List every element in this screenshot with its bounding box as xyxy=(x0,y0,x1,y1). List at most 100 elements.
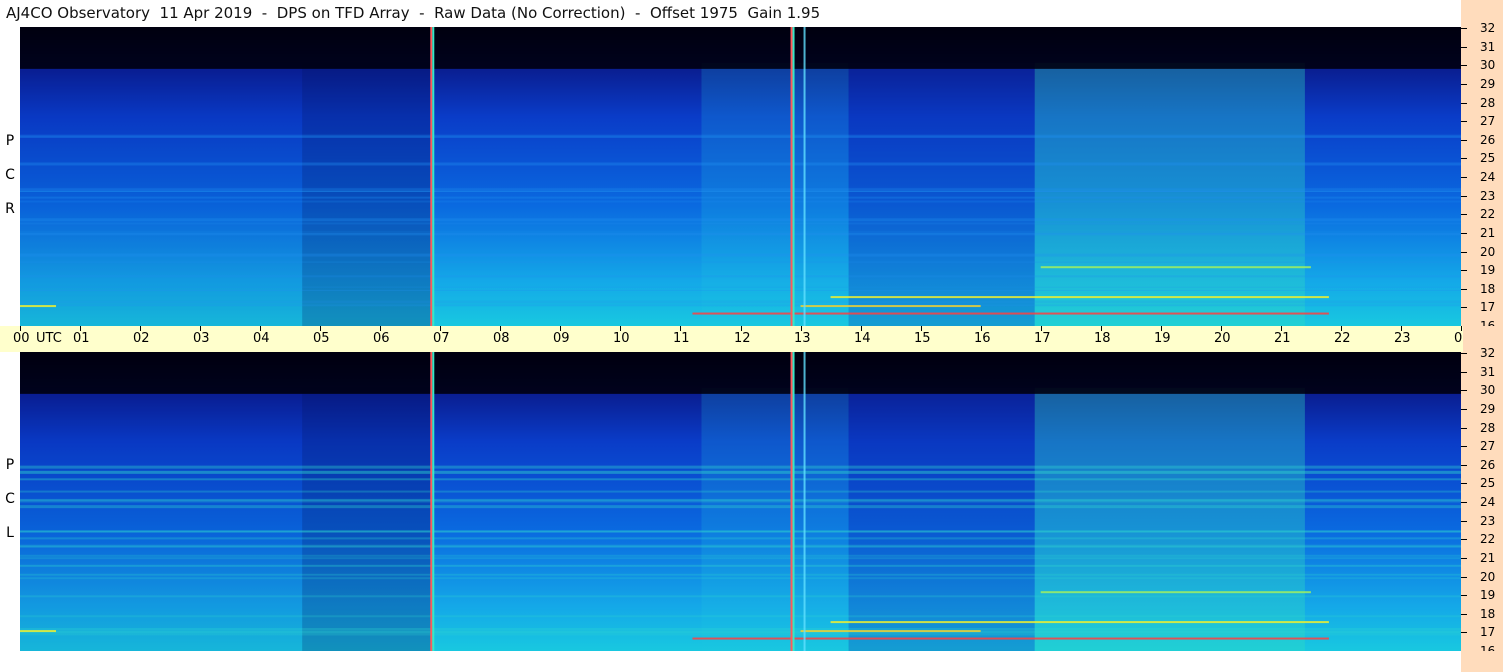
polarization-label-rcp: P C R xyxy=(3,124,17,226)
time-tick-label: 01 xyxy=(73,331,90,346)
spectral-stripe xyxy=(20,200,1461,203)
frequency-tick-label: 25 xyxy=(1480,476,1496,490)
spectral-stripe xyxy=(20,499,1461,502)
bottom-margin xyxy=(0,651,1461,672)
time-marker-line xyxy=(792,352,795,651)
frequency-tick xyxy=(1461,483,1467,484)
spectral-stripe xyxy=(20,554,1461,557)
frequency-tick-label: 29 xyxy=(1480,402,1496,416)
time-tick-label: 02 xyxy=(133,331,150,346)
frequency-tick xyxy=(1461,289,1467,290)
frequency-tick xyxy=(1461,502,1467,503)
spectral-stripe xyxy=(20,595,1461,598)
frequency-tick-label: 19 xyxy=(1480,588,1496,602)
spectral-stripe xyxy=(20,231,1461,233)
time-marker-line xyxy=(430,352,433,651)
panel-label-strip-top: P C R xyxy=(0,26,20,326)
frequency-axis-corner-bottom xyxy=(1461,651,1503,672)
spectral-stripe xyxy=(20,537,1461,540)
frequency-tick-label: 29 xyxy=(1480,77,1496,91)
chart-title: AJ4CO Observatory 11 Apr 2019 - DPS on T… xyxy=(0,0,1463,26)
frequency-tick-label: 23 xyxy=(1480,189,1496,203)
spectral-stripe xyxy=(20,545,1461,548)
interference-line xyxy=(800,630,981,633)
activity-band xyxy=(20,62,303,326)
time-tick-label: 15 xyxy=(914,331,931,346)
time-tick-label: 00 xyxy=(13,331,30,346)
spectral-stripe xyxy=(20,573,1461,575)
spectrogram-lcp[interactable] xyxy=(20,352,1461,651)
interference-line xyxy=(830,621,1329,624)
time-tick-label: 16 xyxy=(974,331,991,346)
spectral-stripe xyxy=(20,628,1461,631)
night-band xyxy=(20,352,1461,394)
frequency-tick-label: 30 xyxy=(1480,383,1496,397)
frequency-tick xyxy=(1461,252,1467,253)
activity-band xyxy=(302,387,432,651)
frequency-tick xyxy=(1461,214,1467,215)
frequency-tick xyxy=(1461,465,1467,466)
frequency-tick-label: 22 xyxy=(1480,532,1496,546)
polarization-label-lcp: P C L xyxy=(3,448,17,550)
time-tick-label: 14 xyxy=(854,331,871,346)
time-marker-line xyxy=(432,352,435,651)
spectral-stripe xyxy=(20,188,1461,192)
frequency-tick xyxy=(1461,558,1467,559)
polarization-letter: C xyxy=(5,491,15,507)
time-tick-label: 21 xyxy=(1274,331,1291,346)
frequency-tick-label: 22 xyxy=(1480,207,1496,221)
frequency-tick-label: 28 xyxy=(1480,96,1496,110)
spectral-stripe xyxy=(20,490,1461,493)
frequency-tick xyxy=(1461,632,1467,633)
polarization-letter: R xyxy=(5,201,15,217)
spectral-stripe xyxy=(20,564,1461,567)
time-marker-line xyxy=(432,27,435,326)
frequency-tick xyxy=(1461,140,1467,141)
frequency-tick-label: 17 xyxy=(1480,625,1496,639)
frequency-tick xyxy=(1461,177,1467,178)
spectral-stripe xyxy=(20,557,1461,560)
time-marker-line xyxy=(430,27,433,326)
interference-spike xyxy=(803,27,806,326)
spectrogram-svg xyxy=(20,352,1461,651)
time-marker-line xyxy=(792,27,795,326)
frequency-tick-label: 21 xyxy=(1480,551,1496,565)
frequency-tick xyxy=(1461,428,1467,429)
frequency-axis-lcp: 3231302928272625242322212019181716 xyxy=(1461,346,1503,658)
time-tick-label: 19 xyxy=(1154,331,1171,346)
activity-band xyxy=(1034,387,1305,651)
spectrogram-rcp[interactable] xyxy=(20,27,1461,326)
frequency-tick-label: 20 xyxy=(1480,245,1496,259)
frequency-tick-label: 18 xyxy=(1480,282,1496,296)
spectral-stripe xyxy=(20,478,1461,481)
frequency-tick xyxy=(1461,446,1467,447)
activity-band xyxy=(848,387,1035,651)
frequency-tick xyxy=(1461,196,1467,197)
frequency-tick-label: 26 xyxy=(1480,458,1496,472)
spectral-stripe xyxy=(20,633,1461,636)
spectral-stripe xyxy=(20,233,1461,236)
frequency-tick-label: 27 xyxy=(1480,439,1496,453)
spectral-stripe xyxy=(20,286,1461,288)
time-tick-label: 05 xyxy=(313,331,330,346)
activity-band xyxy=(20,387,303,651)
time-tick-label: 04 xyxy=(253,331,270,346)
interference-line xyxy=(830,296,1329,299)
frequency-tick xyxy=(1461,521,1467,522)
frequency-tick xyxy=(1461,84,1467,85)
frequency-tick-label: 26 xyxy=(1480,133,1496,147)
spectral-stripe xyxy=(20,304,1461,307)
time-axis: 00 01 02 03 04 05 06 07 08 09 10 11 12 13 14 15 16 17 18 19… xyxy=(0,326,1500,352)
frequency-tick xyxy=(1461,614,1467,615)
spectral-stripe xyxy=(20,275,1461,278)
frequency-tick xyxy=(1461,233,1467,234)
spectral-stripe xyxy=(20,505,1461,509)
frequency-axis-rcp: 3231302928272625242322212019181716 xyxy=(1461,21,1503,333)
time-tick-label: 03 xyxy=(193,331,210,346)
spectral-stripe xyxy=(20,222,1461,225)
frequency-tick xyxy=(1461,595,1467,596)
frequency-tick xyxy=(1461,353,1467,354)
spectral-stripe xyxy=(20,136,1461,138)
polarization-letter: P xyxy=(5,133,15,149)
spectrogram-svg xyxy=(20,27,1461,326)
